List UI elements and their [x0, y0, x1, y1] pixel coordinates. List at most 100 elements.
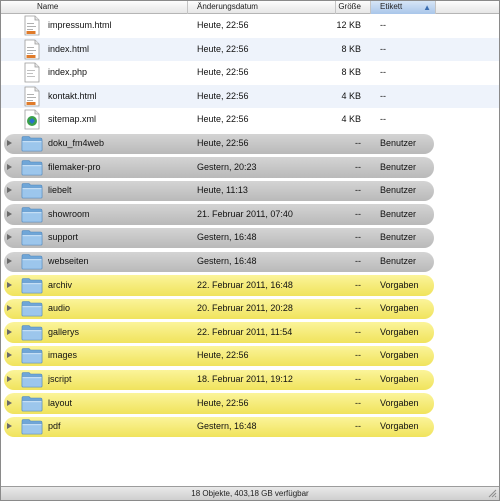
folder-icon — [21, 372, 43, 388]
modified-date: Heute, 22:56 — [197, 350, 249, 361]
folder-row[interactable]: liebelt Heute, 11:13 -- Benutzer — [1, 179, 499, 203]
folder-icon — [21, 159, 43, 175]
column-header-name[interactable]: Name — [1, 1, 188, 14]
folder-row[interactable]: gallerys 22. Februar 2011, 11:54 -- Vorgabe… — [1, 321, 499, 345]
modified-date: Heute, 22:56 — [197, 114, 249, 125]
disclosure-triangle-icon[interactable] — [7, 163, 12, 170]
file-name: images — [48, 350, 78, 361]
folder-row[interactable]: archiv 22. Februar 2011, 16:48 -- Vorgaben — [1, 274, 499, 298]
file-row[interactable]: impressum.html Heute, 22:56 12 KB -- — [1, 14, 499, 38]
file-name: filemaker-pro — [48, 161, 101, 172]
modified-date: 21. Februar 2011, 07:40 — [197, 208, 293, 219]
file-size: -- — [355, 350, 361, 361]
file-size: -- — [355, 232, 361, 243]
file-name: gallerys — [48, 326, 80, 337]
html-file-icon — [24, 39, 40, 59]
folder-row[interactable]: showroom 21. Februar 2011, 07:40 -- Benutze… — [1, 203, 499, 227]
label-name: -- — [380, 114, 386, 125]
disclosure-triangle-icon[interactable] — [7, 281, 12, 288]
disclosure-triangle-icon[interactable] — [7, 187, 12, 194]
folder-row[interactable]: support Gestern, 16:48 -- Benutzer — [1, 226, 499, 250]
file-name: layout — [48, 397, 73, 408]
file-row[interactable]: index.php Heute, 22:56 8 KB -- — [1, 61, 499, 85]
label-name: Vorgaben — [380, 421, 419, 432]
file-size: -- — [355, 138, 361, 148]
label-name: Vorgaben — [380, 350, 419, 361]
modified-date: Heute, 22:56 — [197, 90, 249, 101]
folder-row[interactable]: doku_fm4web Heute, 22:56 -- Benutzer — [1, 132, 499, 156]
folder-row[interactable]: jscript 18. Februar 2011, 19:12 -- Vorgaben — [1, 368, 499, 392]
modified-date: 22. Februar 2011, 16:48 — [197, 279, 293, 290]
modified-date: Heute, 22:56 — [197, 138, 249, 148]
sort-ascending-icon: ▲ — [423, 3, 431, 12]
column-header-date[interactable]: Änderungsdatum — [188, 1, 336, 14]
folder-row[interactable]: audio 20. Februar 2011, 20:28 -- Vorgaben — [1, 297, 499, 321]
modified-date: 22. Februar 2011, 11:54 — [197, 326, 293, 337]
folder-icon — [21, 183, 43, 199]
disclosure-triangle-icon[interactable] — [7, 376, 12, 382]
disclosure-triangle-icon[interactable] — [7, 258, 12, 264]
file-size: -- — [355, 161, 361, 172]
column-header-label[interactable]: Etikett ▲ — [371, 1, 436, 14]
xml-file-icon — [24, 109, 40, 130]
file-name: audio — [48, 303, 71, 314]
folder-row[interactable]: images Heute, 22:56 -- Vorgaben — [1, 344, 499, 368]
status-bar: 18 Objekte, 403,18 GB verfügbar — [1, 486, 499, 500]
resize-grip-icon[interactable] — [487, 488, 497, 498]
label-name: -- — [380, 43, 386, 54]
disclosure-triangle-icon[interactable] — [7, 352, 12, 359]
label-name: Vorgaben — [380, 326, 419, 337]
label-name: -- — [380, 67, 386, 78]
file-size: -- — [355, 397, 361, 408]
file-size: -- — [355, 374, 361, 384]
file-name: jscript — [48, 374, 72, 384]
file-row[interactable]: sitemap.xml Heute, 22:56 4 KB -- — [1, 108, 499, 132]
modified-date: 18. Februar 2011, 19:12 — [197, 374, 293, 384]
modified-date: Gestern, 16:48 — [197, 232, 257, 243]
html-file-icon — [24, 15, 40, 36]
folder-row[interactable]: pdf Gestern, 16:48 -- Vorgaben — [1, 415, 499, 439]
file-size: -- — [355, 208, 361, 219]
file-size: -- — [355, 256, 361, 266]
file-name: liebelt — [48, 185, 72, 196]
file-size: -- — [355, 326, 361, 337]
folder-row[interactable]: webseiten Gestern, 16:48 -- Benutzer — [1, 250, 499, 274]
folder-icon — [21, 206, 43, 223]
modified-date: Gestern, 20:23 — [197, 161, 257, 172]
disclosure-triangle-icon[interactable] — [7, 399, 12, 406]
file-row[interactable]: kontakt.html Heute, 22:56 4 KB -- — [1, 84, 499, 109]
finder-window: Name Änderungsdatum Größe Etikett ▲ impr… — [0, 0, 500, 501]
column-header-size[interactable]: Größe — [336, 1, 371, 14]
modified-date: Heute, 22:56 — [197, 67, 249, 78]
file-name: archiv — [48, 279, 73, 290]
folder-icon — [21, 419, 43, 435]
disclosure-triangle-icon[interactable] — [7, 140, 12, 146]
file-name: kontakt.html — [48, 90, 97, 101]
folder-row[interactable]: filemaker-pro Gestern, 20:23 -- Benutzer — [1, 156, 499, 180]
label-name: Benutzer — [380, 232, 417, 243]
disclosure-triangle-icon[interactable] — [7, 305, 12, 312]
folder-icon — [21, 254, 43, 270]
folder-row[interactable]: layout Heute, 22:56 -- Vorgaben — [1, 392, 499, 416]
disclosure-triangle-icon[interactable] — [7, 423, 12, 430]
label-name: Vorgaben — [380, 397, 419, 408]
php-file-icon — [24, 62, 40, 83]
file-name: index.php — [48, 67, 88, 78]
disclosure-triangle-icon[interactable] — [7, 210, 12, 217]
file-name: doku_fm4web — [48, 138, 105, 148]
modified-date: Gestern, 16:48 — [197, 421, 257, 432]
file-name: pdf — [48, 421, 61, 432]
file-name: index.html — [48, 43, 90, 54]
label-name: Vorgaben — [380, 303, 419, 314]
label-name: Benutzer — [380, 138, 417, 148]
file-name: sitemap.xml — [48, 114, 97, 125]
folder-icon — [21, 230, 43, 246]
modified-date: Heute, 22:56 — [197, 43, 249, 54]
html-file-icon — [24, 86, 40, 107]
disclosure-triangle-icon[interactable] — [7, 234, 12, 241]
file-row[interactable]: index.html Heute, 22:56 8 KB -- — [1, 37, 499, 62]
status-text: 18 Objekte, 403,18 GB verfügbar — [191, 489, 309, 498]
modified-date: Heute, 11:13 — [197, 185, 248, 196]
disclosure-triangle-icon[interactable] — [7, 328, 12, 335]
folder-icon — [21, 395, 43, 411]
